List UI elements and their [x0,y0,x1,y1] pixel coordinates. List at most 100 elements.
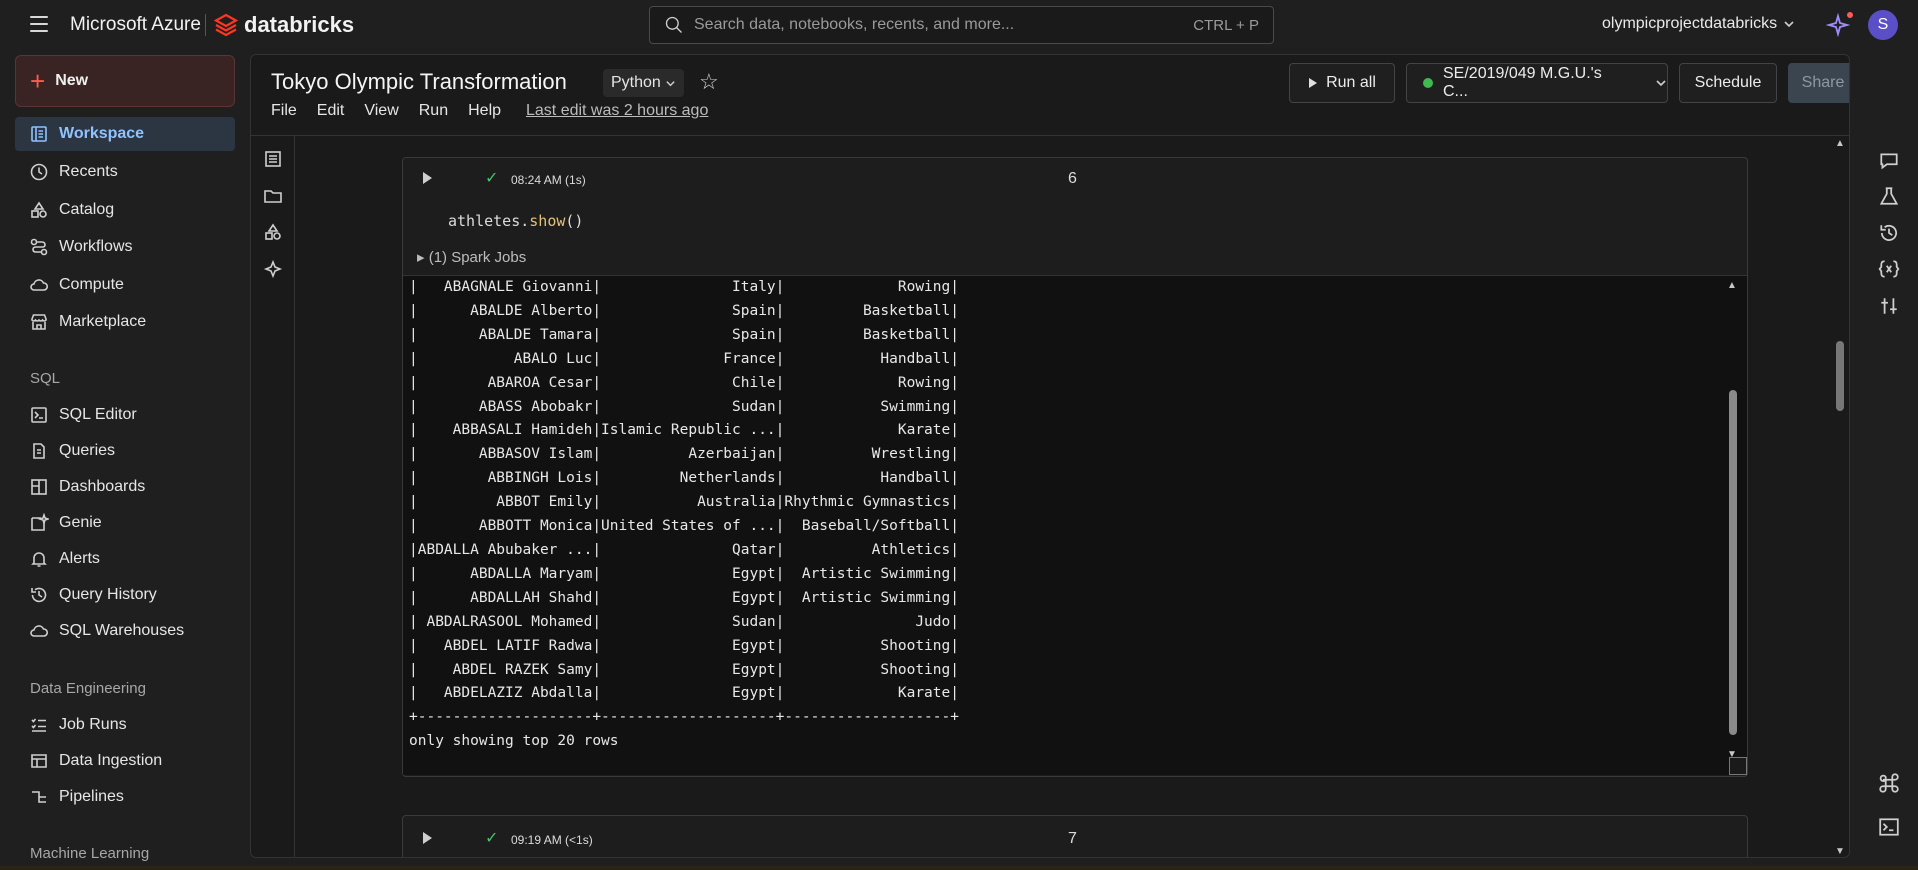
sidebar-item-sql-editor[interactable]: SQL Editor [15,398,235,432]
favorite-star-icon[interactable]: ☆ [699,69,719,95]
comment-icon[interactable] [1878,150,1900,172]
resize-handle[interactable] [1729,757,1747,775]
sidebar-item-label: Job Runs [59,716,127,733]
workspace-switcher[interactable]: olympicprojectdatabricks [1602,15,1795,33]
sidebar-item-queries[interactable]: Queries [15,434,235,468]
sidebar-item-catalog[interactable]: Catalog [15,193,235,227]
run-cell-icon[interactable] [423,172,432,184]
language-select[interactable]: Python [603,69,684,97]
cluster-select[interactable]: SE/2019/049 M.G.U.'s C... [1406,63,1668,103]
cluster-name: SE/2019/049 M.G.U.'s C... [1443,65,1602,100]
sql-editor-icon [31,407,47,423]
output-line: | ABBINGH Lois| Netherlands| Handball| [409,470,959,487]
assistant-icon[interactable] [263,259,283,279]
schedule-button[interactable]: Schedule [1679,63,1777,103]
output-line: | ABBOTT Monica|United States of ...| Ba… [409,518,959,535]
search-icon [665,16,682,33]
code-function: show [529,212,566,230]
menu-help[interactable]: Help [468,102,501,120]
menu-edit[interactable]: Edit [317,102,345,120]
bottom-edge [0,866,1918,870]
sidebar-item-job-runs[interactable]: Job Runs [15,708,235,742]
scroll-thumb[interactable] [1729,390,1737,735]
workspace-icon [31,126,47,142]
notebook-cell[interactable]: ✓ 09:19 AM (<1s) 7 [402,815,1748,857]
list-icon [31,718,46,732]
sidebar-item-genie[interactable]: Genie [15,506,235,540]
sidebar-item-workflows[interactable]: Workflows [15,230,235,264]
chevron-down-icon [666,80,675,86]
run-all-label: Run all [1326,74,1376,91]
sidebar-item-label: Catalog [59,201,115,218]
sidebar-item-pipelines[interactable]: Pipelines [15,780,235,814]
clock-icon [30,163,48,181]
workspace-name: olympicprojectdatabricks [1602,15,1778,32]
catalog-icon[interactable] [263,222,283,242]
sidebar-item-dashboards[interactable]: Dashboards [15,470,235,504]
settings-sliders-icon[interactable] [1878,295,1900,317]
sidebar-item-sql-warehouses[interactable]: SQL Warehouses [15,614,235,648]
menu-view[interactable]: View [364,102,398,120]
cloud-icon [30,279,49,291]
output-line: | ABDEL RAZEK Samy| Egypt| Shooting| [409,661,959,678]
last-edit-link[interactable]: Last edit was 2 hours ago [526,102,708,120]
share-button[interactable]: Share [1788,63,1849,103]
history-icon [31,587,47,603]
avatar[interactable]: S [1868,10,1898,40]
sidebar-item-compute[interactable]: Compute [15,268,235,302]
scroll-thumb[interactable] [1836,341,1844,411]
assistant-sparkle-icon[interactable] [1825,12,1853,38]
chevron-down-icon [1784,21,1794,28]
terminal-icon[interactable] [1878,816,1900,838]
sidebar-item-label: SQL Editor [59,406,137,423]
folder-icon[interactable] [263,186,283,206]
code-editor[interactable]: athletes.show() [448,212,583,230]
new-button[interactable]: + New [15,55,235,107]
pipelines-icon [32,791,46,803]
search-input[interactable]: Search data, notebooks, recents, and mor… [649,6,1274,44]
sidebar-item-marketplace[interactable]: Marketplace [15,305,235,339]
workflows-icon [30,238,48,256]
hamburger-menu-icon[interactable] [30,16,48,32]
menu-file[interactable]: File [271,102,297,120]
scroll-up-icon[interactable]: ▲ [1835,138,1845,149]
output-line: | ABALO Luc| France| Handball| [409,350,959,367]
sidebar-item-workspace[interactable]: Workspace [15,117,235,151]
command-icon[interactable] [1878,772,1900,794]
sidebar-item-alerts[interactable]: Alerts [15,542,235,576]
sidebar-item-label: Pipelines [59,788,124,805]
output-line: | ABAGNALE Giovanni| Italy| Rowing| [409,279,959,295]
run-all-button[interactable]: Run all [1289,63,1395,103]
table-of-contents-icon[interactable] [263,149,283,169]
sidebar-item-data-ingestion[interactable]: Data Ingestion [15,744,235,778]
menu-run[interactable]: Run [419,102,448,120]
plus-icon: + [30,66,46,96]
notebook-panel: Tokyo Olympic Transformation Python ☆ Fi… [250,54,1850,858]
notebook-scrollbar[interactable]: ▲ ▼ [1833,136,1847,857]
sidebar-item-recents[interactable]: Recents [15,155,235,189]
app-window: Microsoft Azure databricks Search data, … [0,0,1918,870]
spark-jobs-toggle[interactable]: ▸ (1) Spark Jobs [417,248,526,266]
experiment-flask-icon[interactable] [1878,185,1900,207]
cell-number: 6 [1068,170,1077,187]
sidebar-item-query-history[interactable]: Query History [15,578,235,612]
databricks-logo[interactable]: databricks [214,12,354,38]
scroll-down-icon[interactable]: ▼ [1835,846,1845,857]
sidebar-item-label: Compute [59,276,124,293]
cell-run-time: 08:24 AM (1s) [511,173,586,187]
section-header-data-engineering: Data Engineering [30,680,146,697]
sidebar: + New Workspace Recents Catalog Workflow… [0,50,250,870]
notebook-cell[interactable]: ✓ 08:24 AM (1s) 6 athletes.show() ▸ (1) … [402,157,1748,777]
new-button-label: New [55,72,89,89]
notebook-title[interactable]: Tokyo Olympic Transformation [271,69,567,95]
chevron-down-icon [1656,80,1666,87]
top-bar: Microsoft Azure databricks Search data, … [0,0,1918,50]
scroll-up-icon[interactable]: ▲ [1727,280,1737,291]
right-rail [1870,140,1910,860]
run-cell-icon[interactable] [423,832,432,844]
cloud-icon [30,625,49,637]
variables-icon[interactable] [1878,258,1900,280]
output-scrollbar[interactable]: ▲ ▼ [1727,280,1739,760]
search-placeholder: Search data, notebooks, recents, and mor… [694,16,1015,33]
history-icon[interactable] [1878,222,1900,244]
